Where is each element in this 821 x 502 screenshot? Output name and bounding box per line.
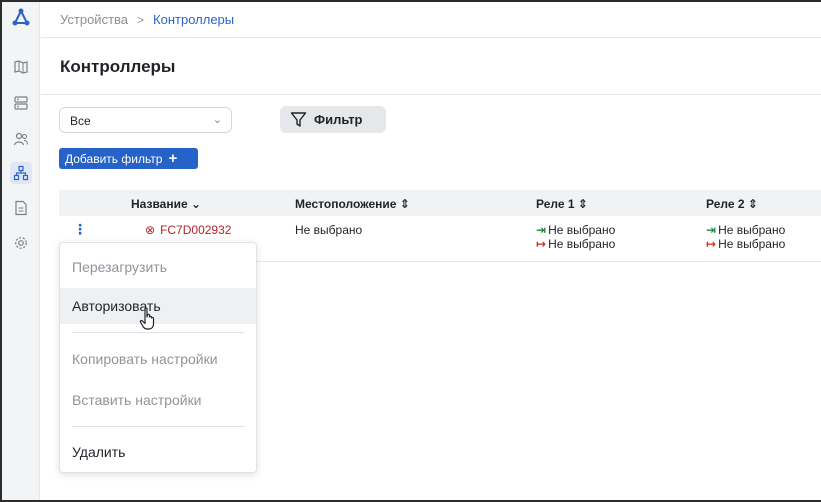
relay-output-icon: ↦: [706, 237, 717, 251]
breadcrumb-separator: >: [137, 12, 145, 27]
menu-divider: [72, 426, 244, 427]
page-title: Контроллеры: [60, 57, 176, 76]
context-menu: Перезагрузить Авторизовать Копировать на…: [59, 242, 257, 473]
hand-cursor-icon: [139, 307, 155, 330]
filter-button[interactable]: Фильтр: [280, 106, 386, 133]
relay-input-icon: ⇥: [536, 223, 547, 237]
title-bar: Контроллеры: [41, 39, 821, 95]
sidebar: [2, 2, 40, 500]
gear-icon[interactable]: [10, 232, 32, 254]
sort-icon: ⇕: [577, 197, 588, 211]
table-header: Название ⌄ Местоположение ⇕ Реле 1 ⇕ Рел…: [59, 190, 821, 216]
menu-item-reboot[interactable]: Перезагрузить: [60, 249, 256, 285]
menu-item-copy-settings[interactable]: Копировать настройки: [60, 341, 256, 377]
column-header-name[interactable]: Название ⌄: [131, 197, 201, 211]
location-cell: Не выбрано: [295, 223, 363, 237]
error-circle-icon: ⊗: [145, 223, 156, 237]
users-icon[interactable]: [10, 128, 32, 150]
kebab-menu-icon[interactable]: ⋮: [73, 222, 87, 236]
status-select-value: Все: [70, 114, 91, 128]
relay-input-icon: ⇥: [706, 223, 717, 237]
map-icon[interactable]: [10, 56, 32, 78]
relay2-cell: ⇥ Не выбрано ↦ Не выбрано: [706, 223, 786, 251]
add-filter-button[interactable]: Добавить фильтр +: [59, 148, 198, 169]
controller-name[interactable]: ⊗ FC7D002932: [145, 223, 231, 237]
menu-item-delete[interactable]: Удалить: [60, 434, 256, 470]
column-header-location[interactable]: Местоположение ⇕: [295, 197, 410, 211]
menu-item-paste-settings[interactable]: Вставить настройки: [60, 382, 256, 418]
chevron-down-icon: ⌄: [212, 114, 222, 126]
relay1-cell: ⇥ Не выбрано ↦ Не выбрано: [536, 223, 616, 251]
breadcrumb-devices-link[interactable]: Устройства: [60, 12, 128, 27]
filter-button-label: Фильтр: [314, 112, 363, 127]
breadcrumb: Устройства > Контроллеры: [41, 2, 821, 38]
breadcrumb-controllers[interactable]: Контроллеры: [153, 12, 234, 27]
sort-icon: ⇕: [747, 197, 758, 211]
funnel-icon: [290, 112, 307, 127]
sort-desc-icon: ⌄: [191, 197, 202, 211]
devices-icon[interactable]: [10, 92, 32, 114]
document-icon[interactable]: [10, 197, 32, 219]
column-header-relay1[interactable]: Реле 1 ⇕: [536, 197, 588, 211]
relay-output-icon: ↦: [536, 237, 547, 251]
controllers-icon[interactable]: [10, 162, 32, 184]
app-logo-icon[interactable]: [11, 8, 31, 28]
sort-icon: ⇕: [399, 197, 410, 211]
status-select[interactable]: Все ⌄: [59, 107, 232, 133]
add-filter-label: Добавить фильтр: [65, 151, 163, 166]
column-header-relay2[interactable]: Реле 2 ⇕: [706, 197, 758, 211]
plus-icon: +: [168, 150, 178, 167]
menu-divider: [72, 332, 244, 333]
